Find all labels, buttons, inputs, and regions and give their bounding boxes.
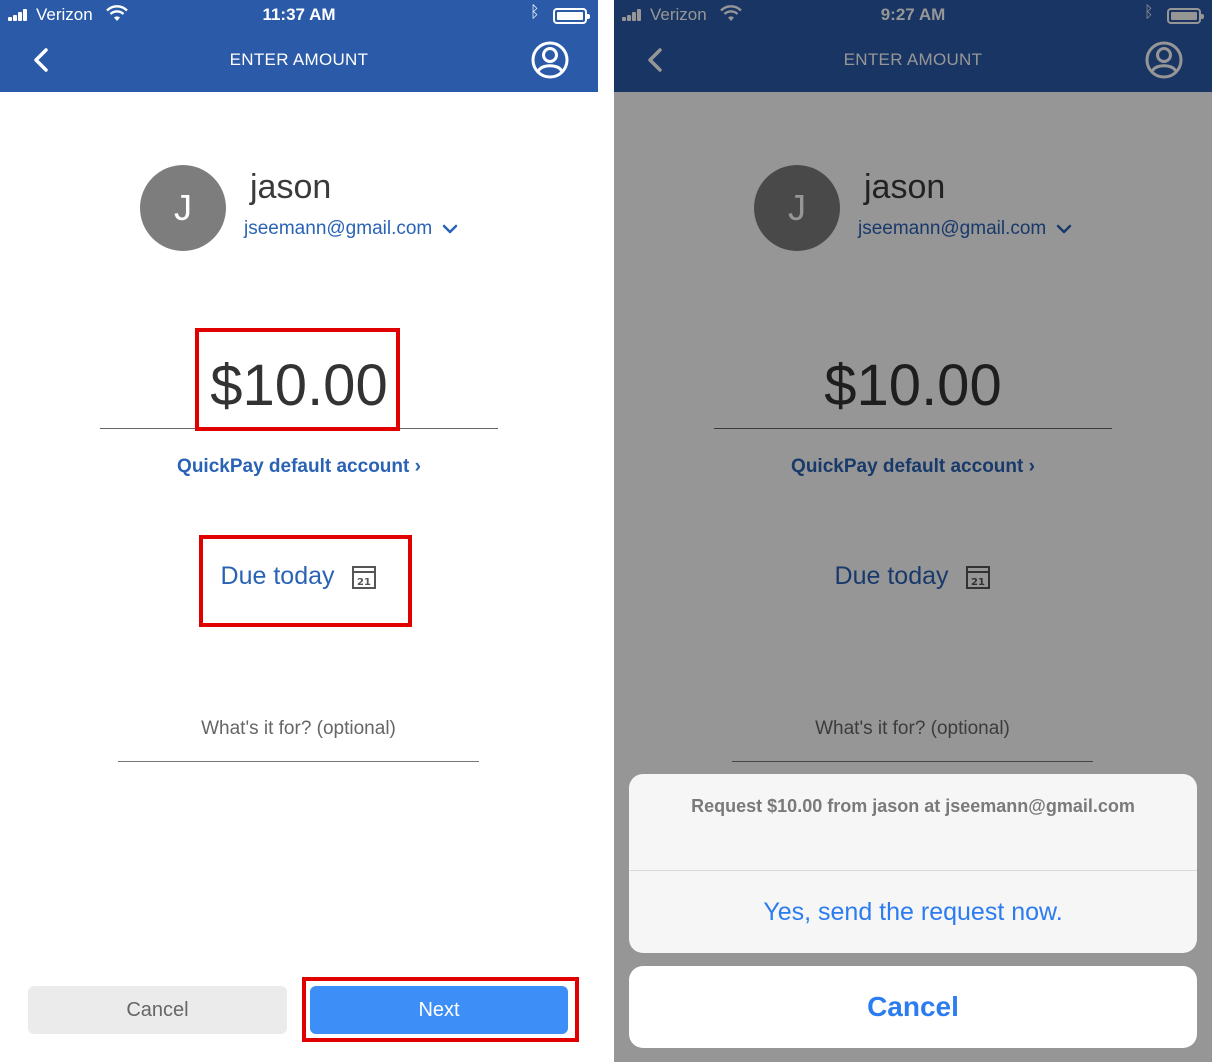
action-sheet-cancel-button[interactable]: Cancel: [629, 966, 1197, 1048]
confirm-request-screen: Verizon 9:27 AM ᛒ ENTER AMOUNT J jason j…: [614, 0, 1212, 1062]
account-link[interactable]: QuickPay default account ›: [100, 456, 498, 478]
screen-divider: [598, 0, 614, 1062]
highlight-next-button: [302, 977, 579, 1042]
enter-amount-screen: Verizon 11:37 AM ᛒ ENTER AMOUNT J jason …: [0, 0, 598, 1062]
action-sheet: Request $10.00 from jason at jseemann@gm…: [629, 774, 1197, 953]
highlight-due-date: [199, 535, 412, 627]
recipient-email-selector[interactable]: jseemann@gmail.com: [244, 218, 458, 244]
highlight-amount: [195, 328, 400, 431]
memo-field[interactable]: What's it for? (optional): [118, 718, 479, 740]
status-time: 11:37 AM: [262, 5, 336, 24]
app-header: Verizon 11:37 AM ᛒ ENTER AMOUNT: [0, 0, 598, 92]
account-link-label: QuickPay default account: [177, 456, 410, 477]
page-title: ENTER AMOUNT: [229, 50, 369, 69]
battery-icon: [553, 8, 590, 24]
confirm-send-request-button[interactable]: Yes, send the request now.: [629, 898, 1197, 927]
status-bar: Verizon 11:37 AM ᛒ: [0, 0, 598, 30]
avatar: J: [140, 165, 226, 251]
memo-underline: [118, 761, 479, 762]
action-sheet-title: Request $10.00 from jason at jseemann@gm…: [691, 796, 1135, 816]
action-sheet-divider: [629, 870, 1197, 871]
cancel-button[interactable]: Cancel: [28, 986, 287, 1034]
chevron-right-icon: ›: [414, 456, 421, 477]
bluetooth-icon: ᛒ: [530, 4, 540, 21]
chevron-down-icon: [442, 224, 457, 234]
profile-icon[interactable]: [530, 40, 570, 80]
recipient-name: jason: [250, 168, 332, 206]
recipient-email: jseemann@gmail.com: [244, 218, 433, 239]
